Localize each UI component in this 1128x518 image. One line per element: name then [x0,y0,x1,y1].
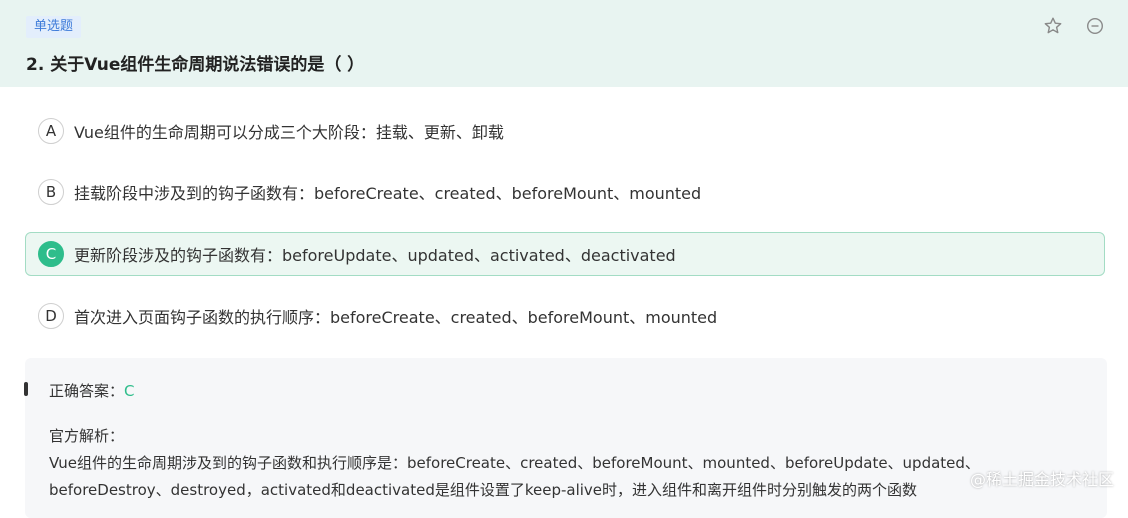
option-text: Vue组件的生命周期可以分成三个大阶段：挂载、更新、卸载 [74,123,504,142]
question-type-badge: 单选题 [26,16,82,38]
analysis-line: beforeDestroy、destroyed，activated和deacti… [49,481,918,499]
option-text: 更新阶段涉及的钩子函数有：beforeUpdate、updated、activa… [74,246,676,265]
option-text: 首次进入页面钩子函数的执行顺序：beforeCreate、created、bef… [74,308,718,327]
analysis-line: Vue组件的生命周期涉及到的钩子函数和执行顺序是：beforeCreate、cr… [49,454,980,472]
minus-circle-icon[interactable] [1085,16,1105,36]
analysis-title: 官方解析： [49,427,125,445]
star-outline-icon[interactable] [1043,16,1063,36]
option-letter: B [38,179,64,205]
correct-answer-label: 正确答案： [49,382,125,400]
option-c[interactable]: C 更新阶段涉及的钩子函数有：beforeUpdate、updated、acti… [25,232,1105,276]
correct-answer: 正确答案：C [49,380,135,401]
option-letter: C [38,241,64,267]
question-title: 2. 关于Vue组件生命周期说法错误的是（ ） [26,55,365,75]
option-letter: D [38,303,64,329]
option-text: 挂载阶段中涉及到的钩子函数有：beforeCreate、created、befo… [74,184,702,203]
option-d[interactable]: D 首次进入页面钩子函数的执行顺序：beforeCreate、created、b… [25,294,1105,338]
watermark: @稀土掘金技术社区 [969,470,1114,489]
option-a[interactable]: A Vue组件的生命周期可以分成三个大阶段：挂载、更新、卸载 [25,109,1105,153]
correct-answer-value: C [124,382,135,400]
option-letter: A [38,118,64,144]
question-header: 单选题 2. 关于Vue组件生命周期说法错误的是（ ） [0,0,1128,87]
answer-marker [24,382,28,396]
option-b[interactable]: B 挂载阶段中涉及到的钩子函数有：beforeCreate、created、be… [25,170,1105,214]
